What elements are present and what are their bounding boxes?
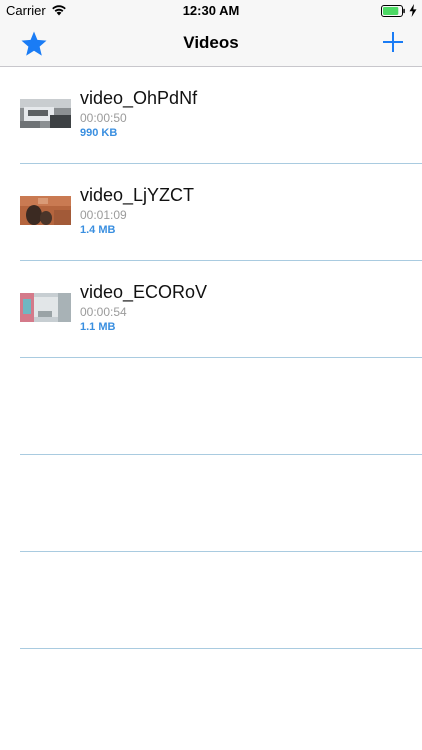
battery-icon — [381, 5, 405, 17]
status-bar: Carrier 12:30 AM — [0, 0, 422, 22]
video-row[interactable]: video_LjYZCT 00:01:09 1.4 MB — [0, 164, 422, 261]
video-duration: 00:01:09 — [80, 208, 127, 222]
video-size: 1.1 MB — [80, 321, 116, 333]
navigation-bar: Videos — [0, 22, 422, 67]
video-title: video_ECORoV — [80, 282, 208, 302]
plus-icon[interactable] — [382, 31, 404, 53]
video-row[interactable]: video_OhPdNf 00:00:50 990 KB — [0, 67, 422, 164]
empty-row — [0, 358, 422, 455]
video-thumbnail — [20, 99, 71, 128]
video-size: 990 KB — [80, 127, 118, 139]
empty-row — [0, 455, 422, 552]
videos-screen: Carrier 12:30 AM Videos video_OhPdNf 00:… — [0, 0, 422, 750]
status-time: 12:30 AM — [182, 3, 240, 18]
video-title: video_OhPdNf — [80, 88, 198, 108]
video-row[interactable]: video_ECORoV 00:00:54 1.1 MB — [0, 261, 422, 358]
video-size: 1.4 MB — [80, 224, 116, 236]
row-separator — [20, 648, 422, 649]
video-duration: 00:00:54 — [80, 305, 127, 319]
charging-bolt-icon — [409, 4, 417, 17]
video-thumbnail — [20, 196, 71, 225]
empty-row — [0, 552, 422, 649]
page-title: Videos — [183, 33, 239, 52]
video-list: video_OhPdNf 00:00:50 990 KB video_LjYZC… — [0, 67, 422, 649]
video-duration: 00:00:50 — [80, 111, 127, 125]
video-title: video_LjYZCT — [80, 185, 195, 205]
video-thumbnail — [20, 293, 71, 322]
